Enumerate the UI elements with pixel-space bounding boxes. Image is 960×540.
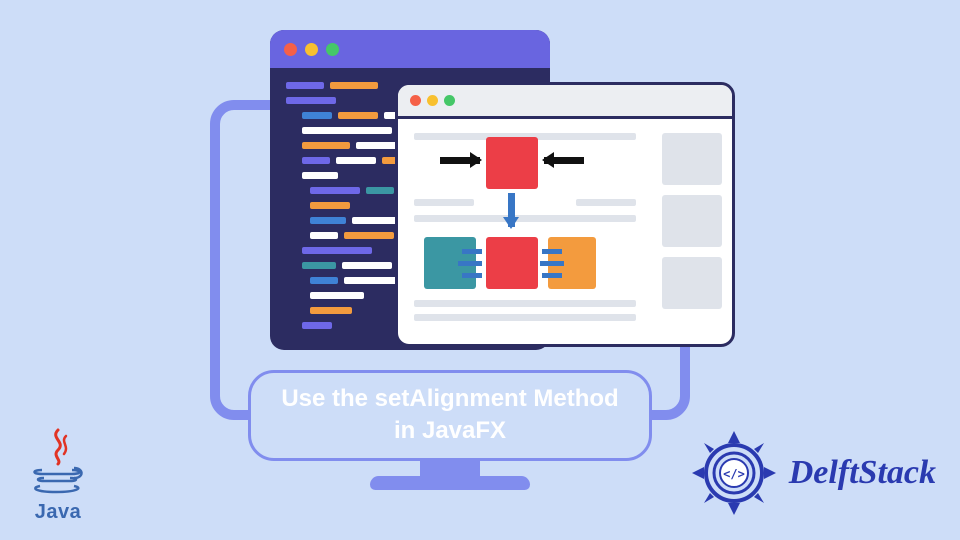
window-maximize-icon xyxy=(444,95,455,106)
arrow-down-icon xyxy=(508,193,515,227)
delftstack-label: DelftStack xyxy=(789,454,936,492)
window-minimize-icon xyxy=(305,43,318,56)
arrow-burst-icon xyxy=(542,273,562,278)
sidebar-block xyxy=(662,195,722,247)
sidebar-block xyxy=(662,257,722,309)
alignment-box-top xyxy=(486,137,538,189)
delftstack-logo: </> DelftStack xyxy=(689,428,936,518)
browser-body xyxy=(398,119,732,344)
code-titlebar xyxy=(270,30,550,68)
window-minimize-icon xyxy=(427,95,438,106)
browser-window xyxy=(395,82,735,347)
java-label: Java xyxy=(18,501,98,524)
monitor-base xyxy=(370,476,530,490)
window-close-icon xyxy=(284,43,297,56)
alignment-box-center xyxy=(486,237,538,289)
delftstack-badge-icon: </> xyxy=(689,428,779,518)
svg-text:</>: </> xyxy=(723,467,745,481)
article-title: Use the setAlignment Method in JavaFX xyxy=(248,370,652,461)
window-close-icon xyxy=(410,95,421,106)
browser-titlebar xyxy=(398,85,732,119)
arrow-burst-icon xyxy=(462,249,482,254)
java-cup-icon xyxy=(28,426,88,496)
browser-main xyxy=(398,119,652,344)
arrow-burst-icon xyxy=(542,249,562,254)
sidebar-block xyxy=(662,133,722,185)
arrow-burst-icon xyxy=(462,273,482,278)
window-maximize-icon xyxy=(326,43,339,56)
arrow-burst-icon xyxy=(458,261,482,266)
arrow-right-icon xyxy=(544,157,584,164)
browser-sidebar xyxy=(652,119,732,344)
arrow-left-icon xyxy=(440,157,480,164)
java-logo: Java xyxy=(18,426,98,524)
arrow-burst-icon xyxy=(540,261,564,266)
